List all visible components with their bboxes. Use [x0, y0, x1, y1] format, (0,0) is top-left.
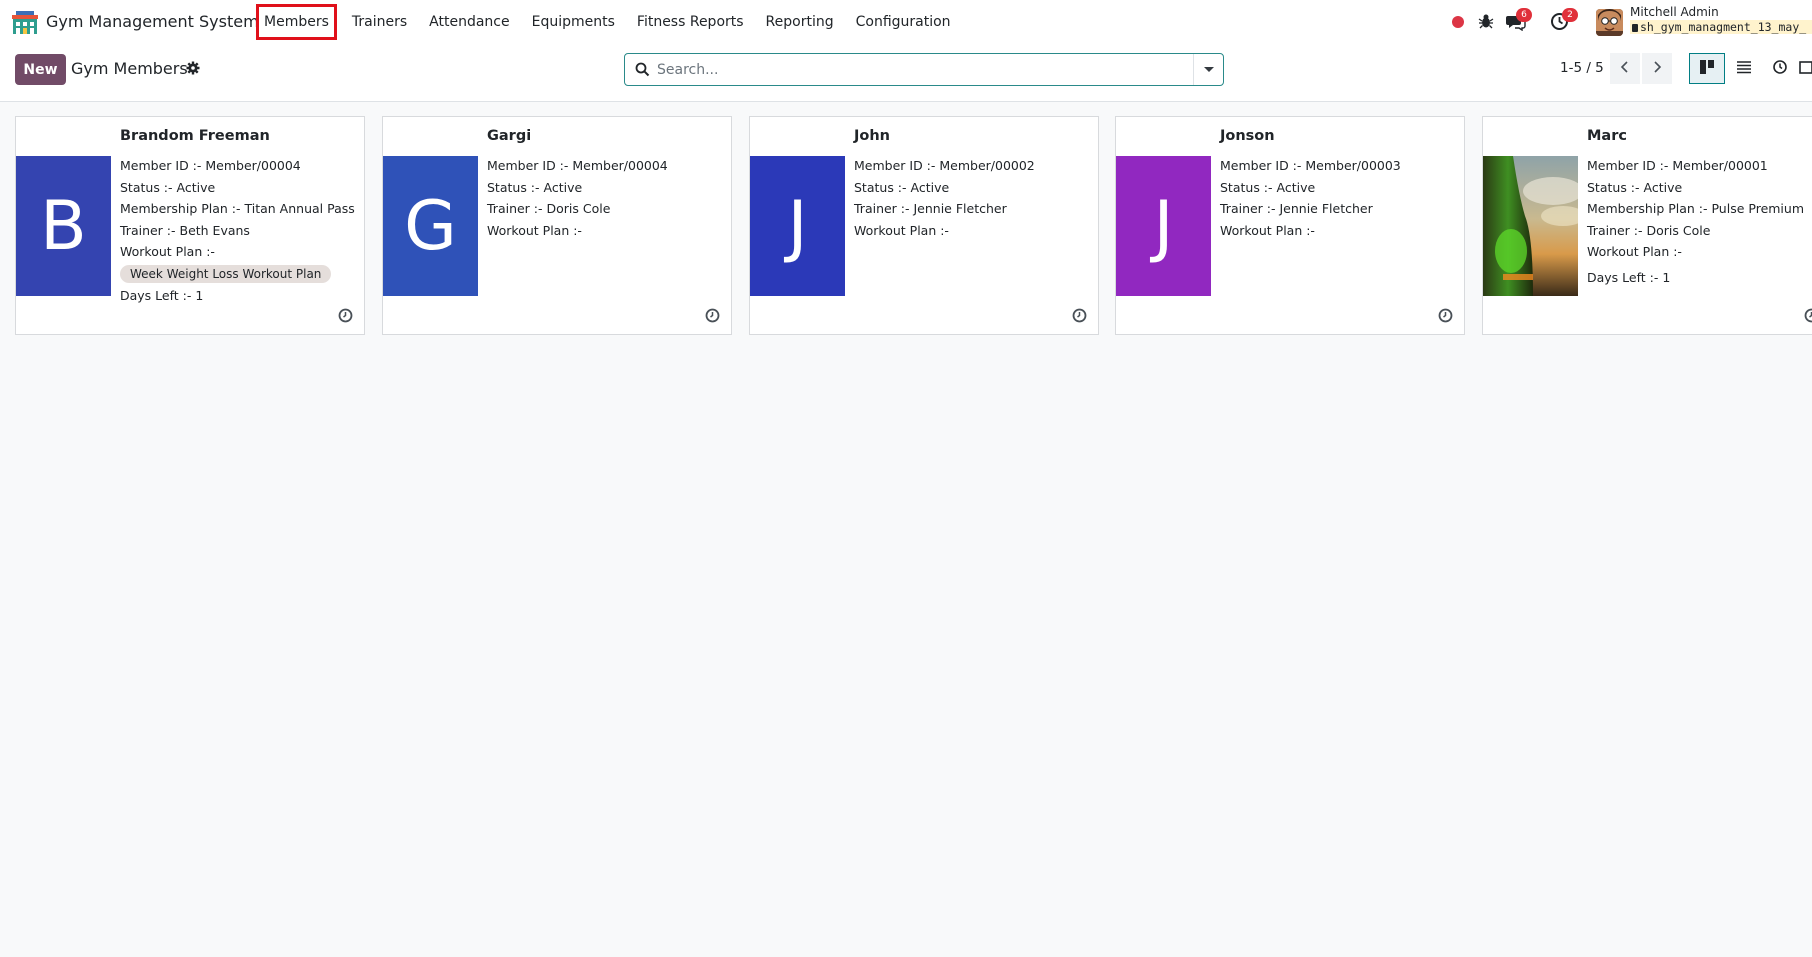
member-avatar: J	[1116, 156, 1211, 296]
member-workout-plan: Workout Plan :-	[487, 222, 582, 238]
member-id: Member ID :- Member/00004	[120, 158, 301, 173]
database-name-text: sh_gym_managment_13_may_	[1640, 20, 1807, 34]
top-navbar: Gym Management System Members Trainers A…	[0, 0, 1812, 44]
pager-value[interactable]: 1-5 / 5	[1560, 60, 1604, 76]
menu-equipments[interactable]: Equipments	[521, 0, 626, 44]
member-name: Marc	[1587, 128, 1627, 144]
bottle-photo-image	[1483, 156, 1578, 296]
menu-trainers[interactable]: Trainers	[341, 0, 418, 44]
kanban-view-button[interactable]	[1689, 53, 1725, 84]
member-workout-plan: Workout Plan :-	[120, 244, 215, 259]
activity-clock-icon[interactable]	[1072, 308, 1087, 323]
member-membership-plan: Membership Plan :- Pulse Premium	[1587, 201, 1805, 216]
member-days-left: Days Left :- 1	[120, 287, 204, 303]
member-avatar: B	[16, 156, 111, 296]
activity-clock-icon[interactable]	[1438, 308, 1453, 323]
activity-view-button[interactable]	[1762, 53, 1798, 84]
chevron-right-icon	[1654, 61, 1662, 73]
page-title[interactable]: Gym Members	[71, 59, 188, 78]
clock-view-icon	[1773, 60, 1787, 74]
calendar-view-button[interactable]	[1798, 53, 1812, 84]
kanban-view-icon	[1700, 60, 1714, 74]
member-card[interactable]: G Gargi Member ID :- Member/00004 Status…	[382, 116, 732, 335]
debug-bug-icon[interactable]	[1478, 13, 1494, 29]
member-id: Member ID :- Member/00002	[854, 158, 1035, 173]
new-button[interactable]: New	[15, 54, 66, 85]
app-title[interactable]: Gym Management System	[46, 12, 259, 31]
member-status: Status :- Active	[1587, 179, 1683, 195]
menu-members[interactable]: Members	[254, 2, 339, 42]
search-icon	[635, 62, 650, 77]
member-workout-plan: Workout Plan :-	[854, 222, 949, 238]
menu-fitness-reports[interactable]: Fitness Reports	[626, 0, 755, 44]
member-card[interactable]: J John Member ID :- Member/00002 Status …	[749, 116, 1099, 335]
workout-plan-tag: Week Weight Loss Workout Plan	[120, 264, 332, 283]
member-name: Gargi	[487, 128, 532, 144]
member-name: Jonson	[1220, 128, 1275, 144]
member-days-left: Days Left :- 1	[1587, 269, 1671, 285]
member-id: Member ID :- Member/00004	[487, 158, 668, 173]
list-view-button[interactable]	[1726, 53, 1762, 84]
database-icon	[1632, 24, 1638, 32]
chevron-left-icon	[1620, 61, 1628, 73]
member-workout-plan: Workout Plan :-	[1587, 244, 1682, 259]
member-avatar: G	[383, 156, 478, 296]
member-card[interactable]: B Brandom Freeman Member ID :- Member/00…	[15, 116, 365, 335]
activity-clock-icon[interactable]	[338, 308, 353, 323]
search-bar	[624, 53, 1224, 86]
member-membership-plan: Membership Plan :- Titan Annual Pass	[120, 201, 355, 216]
activity-clock-icon[interactable]	[705, 308, 720, 323]
database-name: sh_gym_managment_13_may_	[1630, 20, 1812, 34]
member-status: Status :- Active	[854, 179, 950, 195]
member-status: Status :- Active	[120, 179, 216, 195]
search-input[interactable]	[657, 58, 1177, 82]
member-card[interactable]: Marc Member ID :- Member/00001 Status :-…	[1482, 116, 1812, 335]
menu-attendance[interactable]: Attendance	[418, 0, 520, 44]
member-id: Member ID :- Member/00001	[1587, 158, 1768, 173]
member-trainer: Trainer :- Jennie Fletcher	[854, 201, 1007, 216]
messages-badge: 6	[1516, 8, 1532, 22]
member-workout-plan: Workout Plan :-	[1220, 222, 1315, 238]
member-photo	[1483, 156, 1578, 296]
gear-icon[interactable]	[186, 61, 200, 75]
member-status: Status :- Active	[487, 179, 583, 195]
pager-previous-button[interactable]	[1610, 53, 1640, 84]
gym-building-icon[interactable]	[12, 11, 38, 35]
member-trainer: Trainer :- Beth Evans	[120, 222, 250, 238]
menu-configuration[interactable]: Configuration	[845, 0, 962, 44]
pager-next-button[interactable]	[1642, 53, 1672, 84]
control-panel: New Gym Members 1-5 / 5	[0, 44, 1812, 102]
main-menu: Members Trainers Attendance Equipments F…	[254, 0, 962, 44]
member-status: Status :- Active	[1220, 179, 1316, 195]
member-trainer: Trainer :- Jennie Fletcher	[1220, 201, 1373, 216]
member-name: Brandom Freeman	[120, 128, 270, 144]
calendar-view-icon	[1799, 61, 1812, 74]
member-id: Member ID :- Member/00003	[1220, 158, 1401, 173]
list-view-icon	[1737, 61, 1751, 74]
kanban-view: B Brandom Freeman Member ID :- Member/00…	[0, 102, 1812, 957]
recording-dot-icon[interactable]	[1452, 16, 1464, 28]
user-avatar[interactable]	[1596, 9, 1623, 36]
member-name: John	[854, 128, 891, 144]
search-options-toggle[interactable]	[1193, 54, 1223, 85]
activity-clock-icon[interactable]	[1804, 308, 1812, 323]
user-name[interactable]: Mitchell Admin	[1630, 5, 1719, 19]
member-card[interactable]: J Jonson Member ID :- Member/00003 Statu…	[1115, 116, 1465, 335]
member-avatar: J	[750, 156, 845, 296]
activities-badge: 2	[1562, 8, 1578, 22]
menu-reporting[interactable]: Reporting	[755, 0, 845, 44]
member-trainer: Trainer :- Doris Cole	[487, 201, 611, 216]
member-trainer: Trainer :- Doris Cole	[1587, 222, 1711, 238]
